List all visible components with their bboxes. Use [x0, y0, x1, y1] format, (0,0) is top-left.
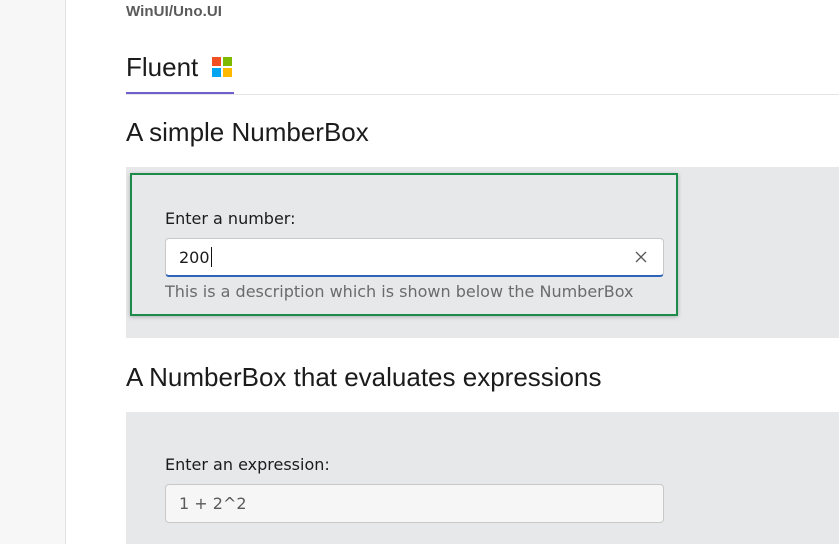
tab-bar: Fluent: [126, 50, 839, 95]
sample-panel-expression: [126, 412, 839, 544]
navigation-pane: [0, 0, 66, 544]
expression-input-value: 1 + 2^2: [179, 494, 247, 513]
number-input-value: 200: [179, 247, 210, 267]
tab-fluent[interactable]: Fluent: [126, 50, 235, 94]
close-icon: [635, 251, 647, 263]
expression-header: Enter an expression:: [165, 455, 330, 474]
numberbox-description: This is a description which is shown bel…: [165, 282, 634, 301]
section-title-expression-numberbox: A NumberBox that evaluates expressions: [126, 362, 602, 392]
text-caret: [210, 247, 213, 267]
clear-button[interactable]: [631, 247, 651, 267]
tab-label: Fluent: [126, 52, 199, 82]
numberbox-header: Enter a number:: [165, 209, 296, 228]
expression-input[interactable]: 1 + 2^2: [165, 484, 664, 523]
section-title-simple-numberbox: A simple NumberBox: [126, 117, 369, 147]
microsoft-logo-icon: [212, 57, 233, 77]
breadcrumb[interactable]: WinUI/Uno.UI: [126, 3, 222, 20]
number-input[interactable]: 200: [165, 238, 664, 277]
